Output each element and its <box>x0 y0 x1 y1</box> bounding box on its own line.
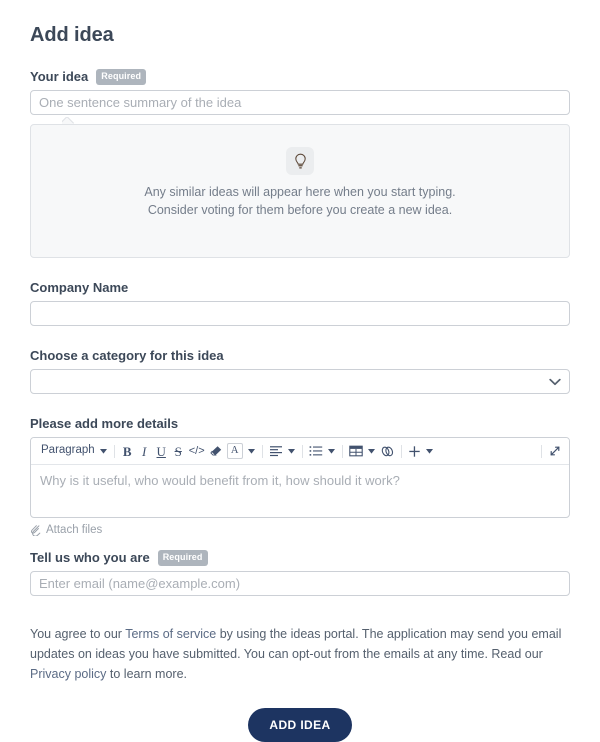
company-name-label-row: Company Name <box>30 280 570 296</box>
table-icon <box>348 445 363 457</box>
submit-row: ADD IDEA <box>30 708 570 742</box>
toolbar-separator <box>400 444 402 458</box>
field-email: Tell us who you are Required <box>30 550 570 596</box>
legal-part-1: You agree to our <box>30 627 126 641</box>
toolbar-separator <box>261 444 263 458</box>
email-label: Tell us who you are <box>30 550 150 565</box>
plus-icon <box>408 445 420 457</box>
field-your-idea: Your idea Required <box>30 69 570 115</box>
toolbar-separator <box>341 444 343 458</box>
your-idea-label: Your idea <box>30 69 89 84</box>
italic-button[interactable]: I <box>136 441 153 462</box>
details-label-row: Please add more details <box>30 416 570 432</box>
your-idea-input[interactable] <box>30 90 570 115</box>
category-label-row: Choose a category for this idea <box>30 348 570 364</box>
field-company-name: Company Name <box>30 280 570 326</box>
link-button[interactable] <box>378 441 397 462</box>
details-label: Please add more details <box>30 416 179 431</box>
insert-button[interactable] <box>406 441 423 462</box>
text-align-dropdown[interactable] <box>285 441 298 462</box>
list-dropdown[interactable] <box>325 441 338 462</box>
similar-ideas-panel: Any similar ideas will appear here when … <box>30 124 570 258</box>
privacy-policy-link[interactable]: Privacy policy <box>30 667 106 681</box>
add-idea-page: Add idea Your idea Required Any similar … <box>0 0 600 742</box>
link-icon <box>381 446 393 456</box>
fullscreen-button[interactable] <box>546 441 564 462</box>
page-title: Add idea <box>30 24 114 46</box>
toolbar-separator <box>541 444 542 458</box>
add-idea-button[interactable]: ADD IDEA <box>248 708 352 742</box>
chevron-down-icon <box>247 448 255 454</box>
list-button[interactable] <box>307 441 325 462</box>
editor-toolbar: Paragraph B I U S </> A <box>31 438 569 465</box>
chevron-down-icon <box>327 448 335 454</box>
field-details: Please add more details Paragraph B I U … <box>30 416 570 536</box>
field-category: Choose a category for this idea <box>30 348 570 394</box>
text-color-button[interactable]: A <box>225 441 245 462</box>
text-align-button[interactable] <box>267 441 285 462</box>
chevron-down-icon <box>425 448 433 454</box>
email-label-row: Tell us who you are Required <box>30 550 570 566</box>
rich-text-editor: Paragraph B I U S </> A Why is it useful… <box>30 437 570 518</box>
category-select[interactable] <box>30 369 570 394</box>
bullet-list-icon <box>309 446 322 456</box>
toolbar-separator <box>113 444 115 458</box>
similar-ideas-panel-wrap: Any similar ideas will appear here when … <box>30 124 570 258</box>
chevron-down-icon <box>99 448 107 454</box>
panel-caret-icon <box>62 117 75 124</box>
bold-button[interactable]: B <box>119 441 136 462</box>
toolbar-separator <box>301 444 303 458</box>
legal-text: You agree to our Terms of service by usi… <box>30 624 570 684</box>
table-button[interactable] <box>347 441 365 462</box>
terms-of-service-link[interactable]: Terms of service <box>125 627 216 641</box>
your-idea-label-row: Your idea Required <box>30 69 570 85</box>
clear-formatting-button[interactable] <box>207 441 225 462</box>
category-label: Choose a category for this idea <box>30 348 224 363</box>
block-format-dropdown[interactable]: Paragraph <box>36 441 110 462</box>
company-name-input[interactable] <box>30 301 570 326</box>
legal-part-3: to learn more. <box>106 667 188 681</box>
text-color-dropdown[interactable] <box>245 441 258 462</box>
details-editor-body[interactable]: Why is it useful, who would benefit from… <box>31 465 569 517</box>
chevron-down-icon <box>367 448 375 454</box>
attach-files-label: Attach files <box>46 524 103 536</box>
code-button[interactable]: </> <box>187 441 207 462</box>
text-color-swatch: A <box>226 443 243 459</box>
paperclip-icon <box>30 525 41 536</box>
insert-dropdown[interactable] <box>423 441 436 462</box>
lightbulb-icon <box>286 147 314 175</box>
align-left-icon <box>269 446 282 457</box>
attach-files-button[interactable]: Attach files <box>30 524 570 536</box>
chevron-down-icon <box>287 448 295 454</box>
similar-ideas-message: Any similar ideas will appear here when … <box>144 185 456 217</box>
underline-button[interactable]: U <box>153 441 170 462</box>
eraser-icon <box>209 446 221 456</box>
block-format-label: Paragraph <box>41 444 95 457</box>
strikethrough-button[interactable]: S <box>170 441 187 462</box>
expand-icon <box>550 446 560 456</box>
table-dropdown[interactable] <box>365 441 378 462</box>
company-name-label: Company Name <box>30 280 129 295</box>
email-input[interactable] <box>30 571 570 596</box>
email-required-badge: Required <box>157 550 208 566</box>
your-idea-required-badge: Required <box>96 69 147 85</box>
category-select-wrap <box>30 369 570 394</box>
